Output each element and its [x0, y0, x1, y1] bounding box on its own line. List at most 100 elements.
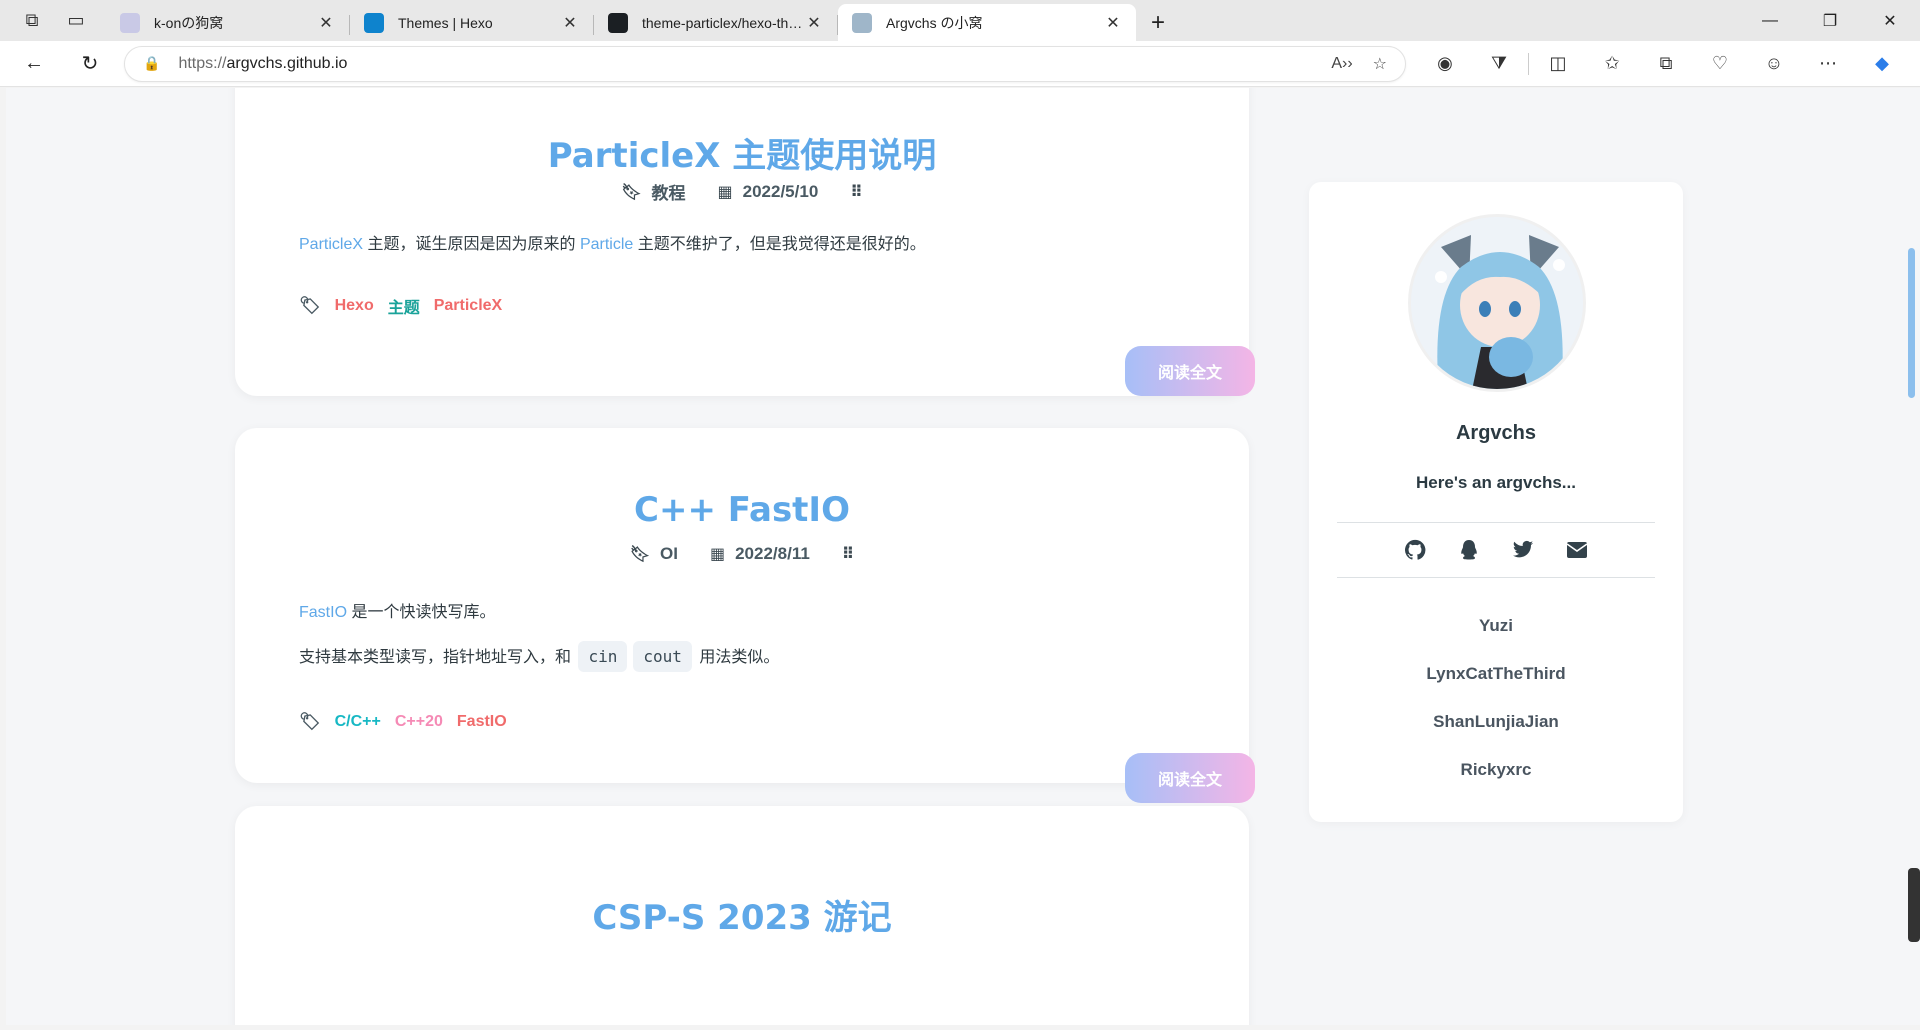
tag-link[interactable]: C++20: [395, 713, 443, 731]
calendar-icon: ▦: [717, 183, 733, 201]
post-category[interactable]: 教程: [652, 179, 686, 204]
email-icon[interactable]: [1565, 538, 1589, 562]
tab-close-icon[interactable]: ✕: [559, 12, 581, 34]
vertical-tabs-icon[interactable]: ▭: [56, 0, 96, 41]
tag-link[interactable]: 主题: [388, 294, 420, 318]
qq-icon[interactable]: [1457, 538, 1481, 562]
friend-link[interactable]: ShanLunjiaJian: [1309, 698, 1683, 746]
tab-title: Themes | Hexo: [398, 14, 493, 31]
tab-close-icon[interactable]: ✕: [315, 12, 337, 34]
address-bar[interactable]: 🔒 https://argvchs.github.io A›› ☆: [124, 45, 1406, 82]
toolbar-separator: [1528, 52, 1529, 75]
tab-strip: ⧉ ▭ k-onの狗窝 ✕ Themes | Hexo ✕ theme-particle…: [0, 0, 1920, 41]
post-category[interactable]: OI: [660, 544, 678, 564]
calendar-icon: ▦: [709, 546, 726, 563]
new-tab-button[interactable]: +: [1136, 4, 1180, 41]
profile-name: Argvchs: [1455, 422, 1537, 444]
post-card: CSP-S 2023 游记: [235, 806, 1249, 1025]
page-viewport: ParticleX 主题使用说明 🔖︎ 教程 ▦ 2022/5/10 ⠿ Parti…: [6, 88, 1904, 1025]
excerpt-text: 主题，诞生原因是因为原来的: [363, 236, 580, 253]
favorites-icon[interactable]: ✩: [1590, 46, 1634, 82]
close-window-button[interactable]: ✕: [1860, 0, 1920, 41]
post-card: ParticleX 主题使用说明 🔖︎ 教程 ▦ 2022/5/10 ⠿ Parti…: [235, 88, 1255, 396]
post-date: 2022/8/11: [735, 544, 810, 563]
excerpt-text: 主题不维护了，但是我觉得还是很好的。: [633, 236, 926, 253]
browser-toolbar: ← ↻ 🔒 https://argvchs.github.io A›› ☆ ◉ …: [0, 41, 1920, 87]
post-title[interactable]: C++ FastIO: [235, 490, 1249, 530]
tags-icon: 🏷︎: [299, 296, 321, 315]
tab-title: k-onの狗窝: [154, 14, 224, 31]
tag-link[interactable]: Hexo: [335, 297, 374, 315]
friend-link[interactable]: Yuzi: [1309, 602, 1683, 650]
post-tags: 🏷︎ Hexo 主题 ParticleX: [299, 294, 502, 318]
excerpt-link[interactable]: Particle: [580, 236, 633, 253]
friend-link[interactable]: LynxCatTheThird: [1309, 650, 1683, 698]
collections-icon[interactable]: ⧉: [1644, 46, 1688, 82]
friend-links: Yuzi LynxCatTheThird ShanLunjiaJian Rickyxr…: [1309, 602, 1683, 794]
excerpt-link[interactable]: ParticleX: [299, 236, 363, 253]
post-card: C++ FastIO 🔖︎ OI ▦ 2022/8/11 ⠿ FastIO 是一个快…: [235, 428, 1255, 803]
post-title[interactable]: ParticleX 主题使用说明: [235, 128, 1249, 177]
browser-tab[interactable]: theme-particlex/hexo-theme-par✕: [594, 4, 837, 41]
more-menu-icon[interactable]: ⋯: [1806, 46, 1850, 82]
browser-essentials-icon[interactable]: ♡: [1698, 46, 1742, 82]
tab-title: theme-particlex/hexo-theme-par: [642, 14, 803, 31]
tab-favicon-icon: [364, 12, 384, 33]
excerpt-paragraph: ParticleX 主题，诞生原因是因为原来的 Particle 主题不维护了，…: [299, 234, 926, 256]
extension-tampermonkey-icon[interactable]: ◉: [1423, 46, 1467, 82]
read-aloud-icon[interactable]: A››: [1331, 55, 1352, 73]
browser-tab[interactable]: k-onの狗窝 ✕: [106, 4, 349, 41]
url-text[interactable]: https://argvchs.github.io: [178, 55, 1311, 73]
tag-link[interactable]: C/C++: [335, 713, 381, 731]
social-links: [1309, 538, 1683, 562]
avatar-illustration: [1411, 217, 1583, 389]
tab-close-icon[interactable]: ✕: [1102, 12, 1124, 34]
maximize-button[interactable]: ❐: [1800, 0, 1860, 41]
browser-tab[interactable]: Themes | Hexo ✕: [350, 4, 593, 41]
excerpt-link[interactable]: FastIO: [299, 604, 347, 621]
bookmark-icon: 🔖︎: [629, 546, 651, 563]
favorite-star-icon[interactable]: ☆: [1373, 54, 1387, 74]
copilot-icon[interactable]: ◆: [1860, 46, 1904, 82]
read-more-button[interactable]: 阅读全文: [1125, 346, 1255, 396]
extensions-icon[interactable]: ⧩: [1477, 46, 1521, 82]
minimize-button[interactable]: —: [1740, 0, 1800, 41]
post-excerpt: ParticleX 主题，诞生原因是因为原来的 Particle 主题不维护了，…: [299, 234, 926, 278]
tag-link[interactable]: FastIO: [457, 713, 507, 731]
profile-avatar[interactable]: ☺: [1752, 46, 1796, 82]
split-screen-icon[interactable]: ◫: [1536, 46, 1580, 82]
window-controls: — ❐ ✕: [1740, 0, 1920, 41]
grid-dots-icon: ⠿: [850, 183, 863, 201]
tab-title: Argvchs の小窝: [886, 14, 983, 31]
post-date: 2022/5/10: [742, 181, 819, 201]
read-more-button[interactable]: 阅读全文: [1125, 753, 1255, 803]
inline-code: cin: [578, 641, 628, 672]
excerpt-paragraph: FastIO 是一个快读快写库。: [299, 602, 779, 624]
refresh-button[interactable]: ↻: [68, 46, 112, 82]
post-title[interactable]: CSP-S 2023 游记: [235, 890, 1249, 939]
post-excerpt: FastIO 是一个快读快写库。 支持基本类型读写，指针地址写入，和 cin cou…: [299, 602, 779, 690]
bookmark-icon: 🔖︎: [621, 183, 642, 201]
twitter-icon[interactable]: [1511, 538, 1535, 562]
friend-link[interactable]: Rickyxrc: [1309, 746, 1683, 794]
workspaces-icon[interactable]: ⧉: [12, 0, 52, 41]
scrollbar-thumb[interactable]: [1908, 248, 1915, 398]
excerpt-text: 支持基本类型读写，指针地址写入，和: [299, 649, 576, 666]
excerpt-text: 用法类似。: [694, 649, 780, 666]
github-icon[interactable]: [1403, 538, 1427, 562]
post-tags: 🏷︎ C/C++ C++20 FastIO: [299, 712, 507, 732]
tags-icon: 🏷︎: [299, 712, 321, 731]
tag-link[interactable]: ParticleX: [434, 297, 502, 315]
tab-close-icon[interactable]: ✕: [803, 12, 825, 34]
lock-icon[interactable]: 🔒: [143, 55, 160, 72]
post-meta: 🔖︎ OI ▦ 2022/8/11 ⠿: [235, 544, 1249, 564]
tab-favicon-icon: [120, 12, 140, 33]
divider: [1337, 522, 1655, 523]
back-button[interactable]: ←: [12, 46, 56, 82]
tab-favicon-icon: [852, 12, 872, 33]
grid-dots-icon: ⠿: [841, 546, 855, 563]
toolbar-icons: ◉ ⧩ ◫ ✩ ⧉ ♡ ☺ ⋯ ◆: [1418, 46, 1909, 82]
divider: [1337, 577, 1655, 578]
excerpt-text: 是一个快读快写库。: [347, 604, 496, 621]
browser-tab[interactable]: Argvchs の小窝 ✕: [838, 4, 1136, 41]
